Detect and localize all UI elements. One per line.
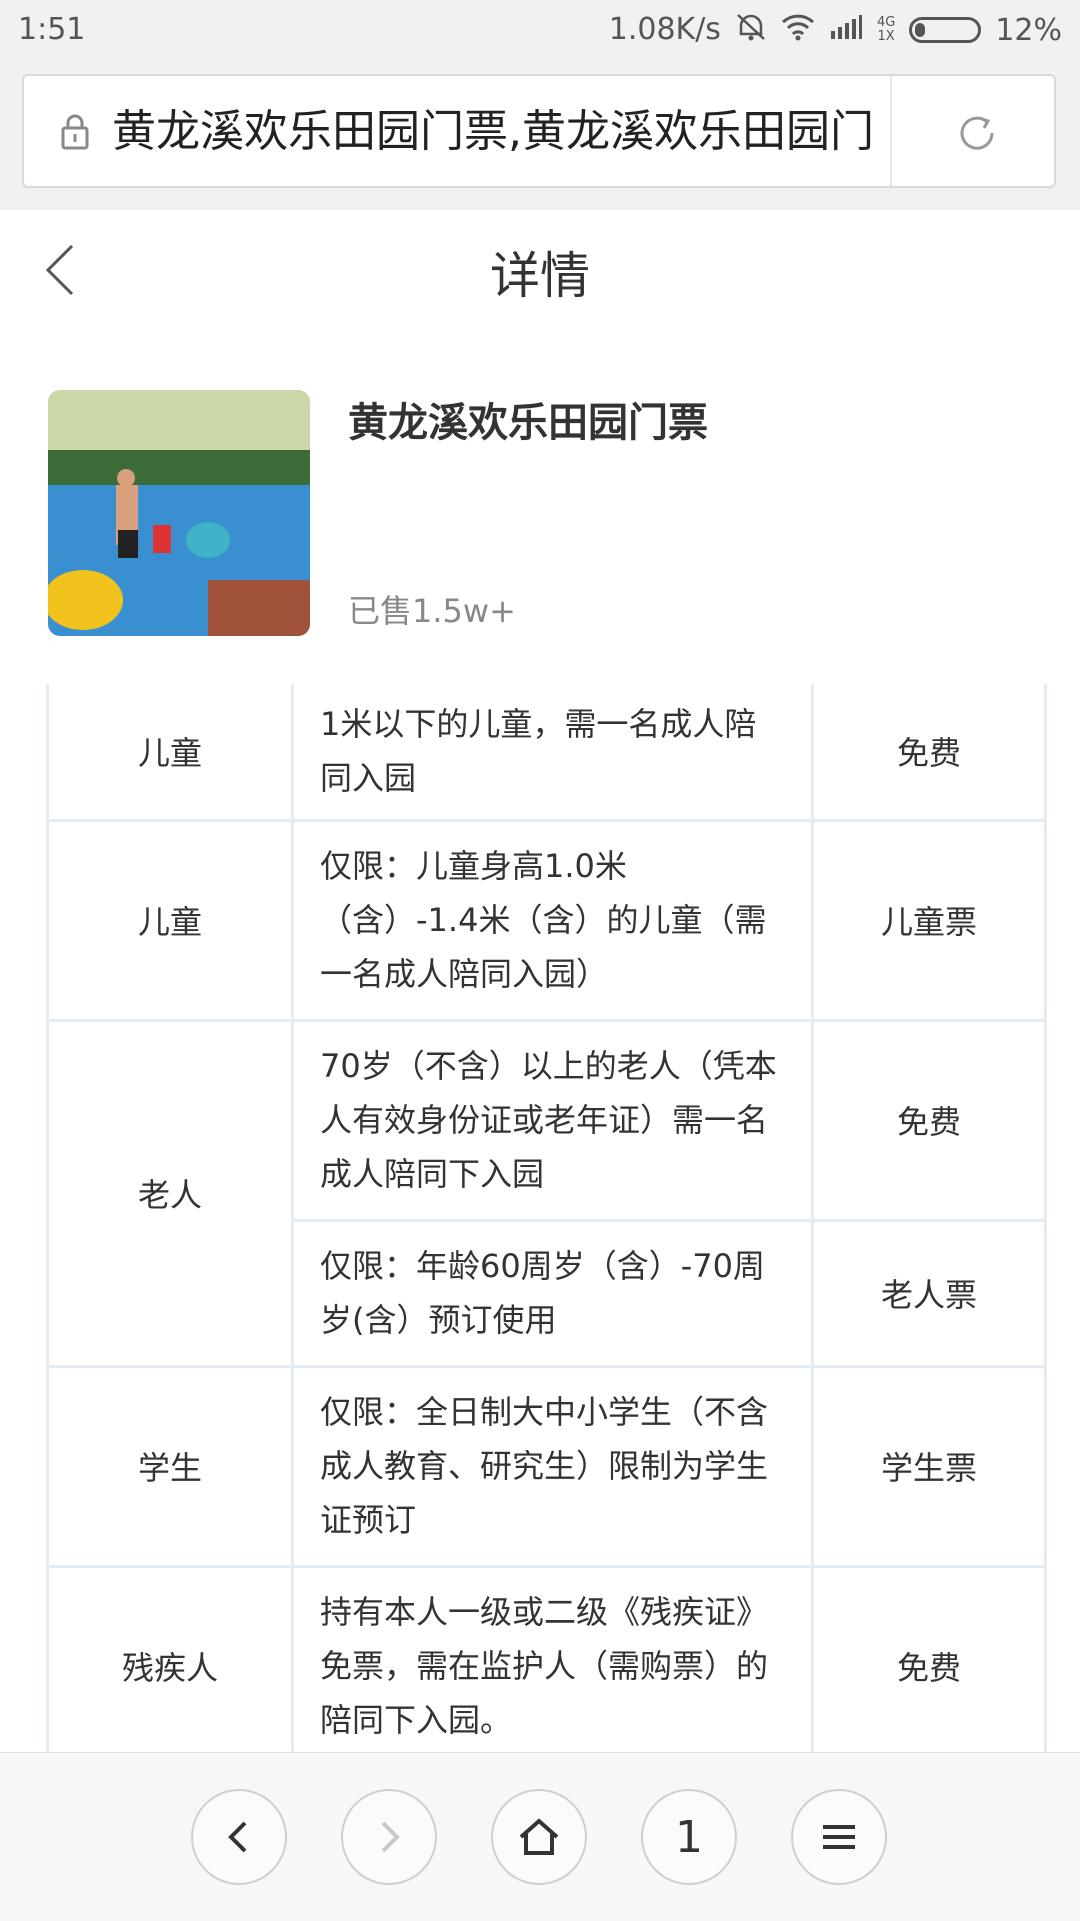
network-type: 4G 1X (877, 16, 895, 44)
page-header: 详情 (0, 210, 1080, 330)
ticket-type-cell: 免费 (811, 684, 1047, 822)
group-cell: 老人 (46, 1018, 294, 1368)
mute-icon (735, 12, 767, 48)
ticket-type-cell: 学生票 (811, 1364, 1047, 1568)
lock-icon (61, 114, 89, 150)
condition-cell: 70岁（不含）以上的老人（凭本人有效身份证或老年证）需一名成人陪同下入园 (291, 1018, 814, 1222)
product-name: 黄龙溪欢乐田园门票 (348, 400, 708, 446)
table-row: 儿童 仅限：儿童身高1.0米（含）-1.4米（含）的儿童（需一名成人陪同入园） … (46, 818, 1047, 1022)
nav-home-button[interactable] (491, 1789, 587, 1885)
ticket-type-cell: 儿童票 (811, 818, 1047, 1022)
nav-back-button[interactable] (191, 1789, 287, 1885)
status-icons: 1.08K/s 4G 1X 12% (609, 12, 1062, 48)
wifi-icon (781, 13, 815, 47)
condition-cell: 仅限：儿童身高1.0米（含）-1.4米（含）的儿童（需一名成人陪同入园） (291, 818, 814, 1022)
condition-cell: 仅限：全日制大中小学生（不含成人教育、研究生）限制为学生证预订 (291, 1364, 814, 1568)
group-cell: 残疾人 (46, 1564, 294, 1768)
network-type-top: 4G (876, 15, 896, 30)
condition-cell: 持有本人一级或二级《残疾证》免票，需在监护人（需购票）的陪同下入园。 (291, 1564, 814, 1768)
ticket-policy-table: 儿童 1米以下的儿童，需一名成人陪同入园 免费 儿童 仅限：儿童身高1.0米（含… (46, 684, 1047, 1768)
url-text[interactable]: 黄龙溪欢乐田园门票,黄龙溪欢乐田园门 (112, 102, 882, 162)
network-speed: 1.08K/s (608, 12, 721, 47)
page-title: 详情 (490, 247, 590, 305)
ticket-type-cell: 老人票 (811, 1218, 1047, 1368)
battery-icon (909, 17, 982, 43)
table-row: 学生 仅限：全日制大中小学生（不含成人教育、研究生）限制为学生证预订 学生票 (46, 1364, 1047, 1568)
menu-icon (823, 1825, 855, 1849)
group-cell: 儿童 (46, 818, 294, 1022)
network-type-bottom: 1X (877, 29, 895, 44)
table-row: 老人 70岁（不含）以上的老人（凭本人有效身份证或老年证）需一名成人陪同下入园 … (46, 1018, 1047, 1368)
browser-toolbar: 黄龙溪欢乐田园门票,黄龙溪欢乐田园门 (0, 62, 1080, 211)
home-icon (519, 1818, 559, 1855)
nav-forward-button[interactable] (341, 1789, 437, 1885)
signal-icon (829, 13, 863, 47)
address-bar[interactable]: 黄龙溪欢乐田园门票,黄龙溪欢乐田园门 (22, 74, 1056, 188)
ticket-type-cell: 免费 (811, 1018, 1047, 1222)
condition-cell: 1米以下的儿童，需一名成人陪同入园 (291, 684, 814, 822)
status-bar: 1:51 1.08K/s 4G 1X 12% (0, 0, 1080, 62)
table-row: 儿童 1米以下的儿童，需一名成人陪同入园 免费 (46, 684, 1047, 822)
product-image[interactable] (48, 390, 310, 636)
chevron-right-icon (381, 1821, 400, 1853)
chevron-left-icon (228, 1821, 247, 1853)
tab-count: 1 (675, 1811, 703, 1863)
reload-icon[interactable] (954, 110, 1000, 156)
nav-menu-button[interactable] (791, 1789, 887, 1885)
sold-count: 已售1.5w+ (348, 592, 516, 630)
group-cell: 学生 (46, 1364, 294, 1568)
nav-tabs-button[interactable]: 1 (641, 1789, 737, 1885)
url-divider (890, 76, 892, 186)
status-time: 1:51 (18, 12, 86, 47)
table-row: 残疾人 持有本人一级或二级《残疾证》免票，需在监护人（需购票）的陪同下入园。 免… (46, 1564, 1047, 1768)
browser-bottom-nav: 1 (0, 1752, 1080, 1921)
condition-cell: 仅限：年龄60周岁（含）-70周岁(含）预订使用 (291, 1218, 814, 1368)
ticket-type-cell: 免费 (811, 1564, 1047, 1768)
battery-level: 12% (995, 12, 1062, 48)
group-cell: 儿童 (46, 684, 294, 822)
